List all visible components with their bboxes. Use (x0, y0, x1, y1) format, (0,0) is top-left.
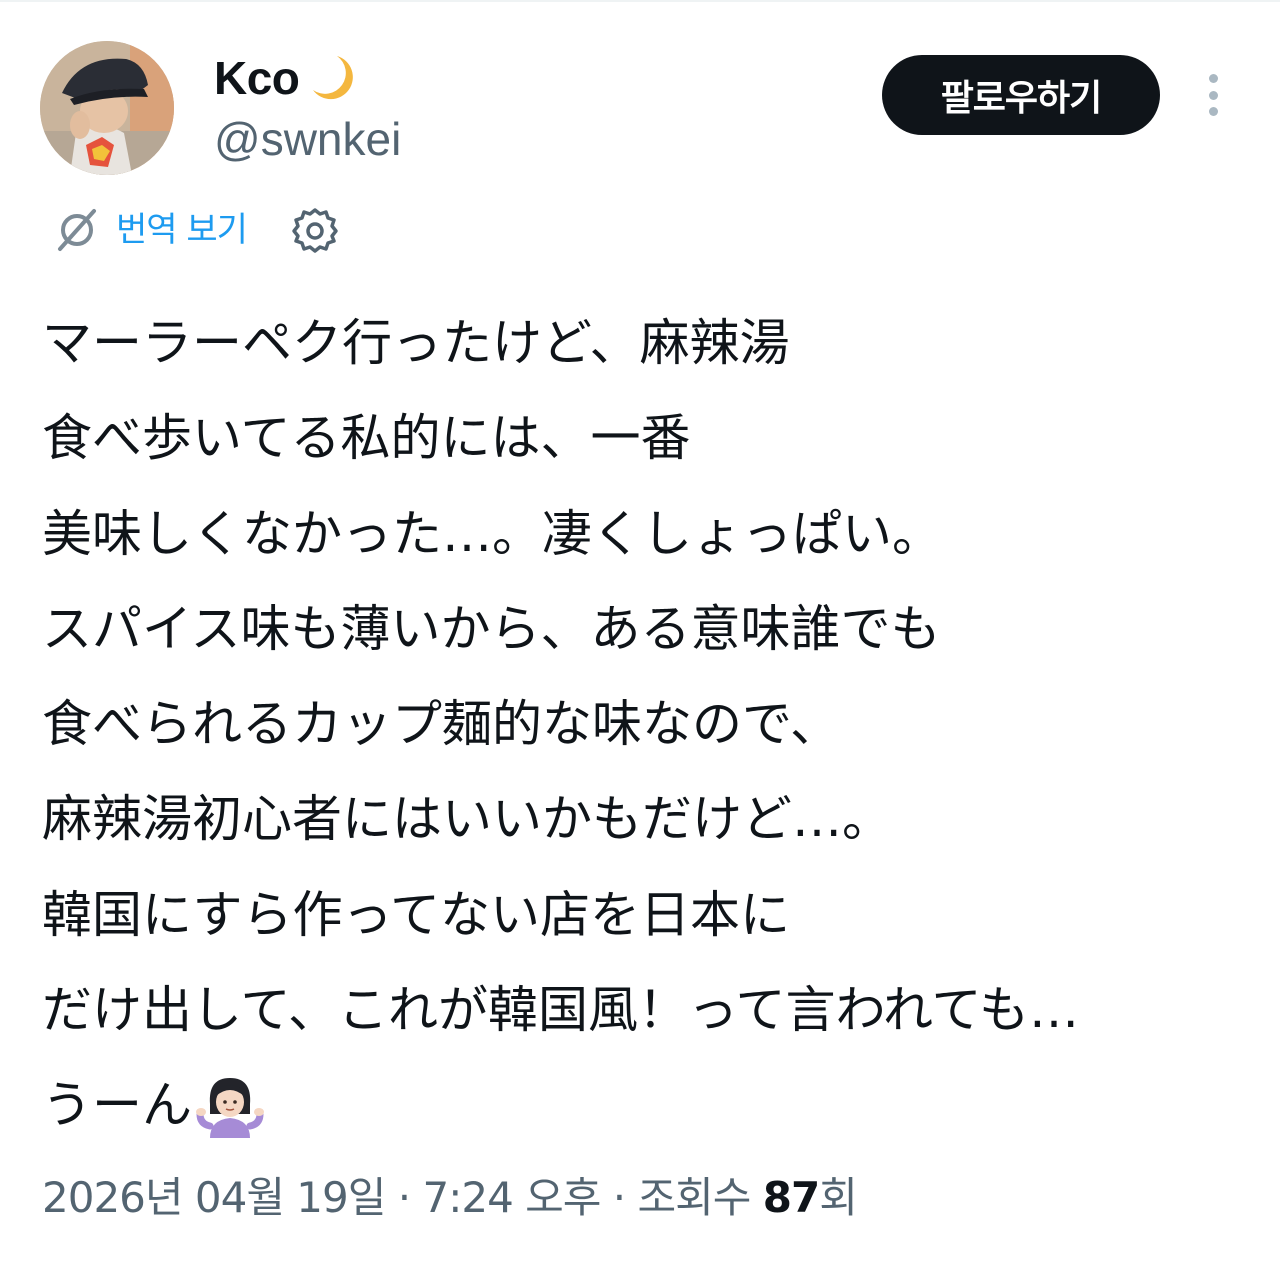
author-display-name[interactable]: Kco (214, 48, 300, 108)
top-divider (0, 0, 1280, 2)
views-label: 조회수 (637, 1173, 752, 1222)
tweet-line: 韓国にすら作ってない店を日本に (42, 885, 790, 944)
tweet-line: 麻辣湯初心者にはいいかもだけど…。 (42, 790, 892, 849)
tweet-line: だけ出して、これが韓国風！って言われても… (42, 981, 1079, 1040)
author-avatar[interactable] (40, 41, 174, 175)
follow-button[interactable]: 팔로우하기 (882, 55, 1160, 135)
tweet-line: 食べ歩いてる私的には、一番 (42, 409, 691, 468)
tweet-line-last: うーん (42, 1058, 1257, 1153)
tweet-line: 美味しくなかった…。凄くしょっぱい。 (42, 504, 942, 563)
more-options-button[interactable] (1194, 68, 1232, 122)
vertical-dots-icon (1208, 107, 1218, 116)
tweet-line: 食べられるカップ麺的な味なので、 (42, 695, 840, 754)
tweet-meta: 2026년 04월 19일 · 7:24 오후 · 조회수 87회 (42, 1166, 858, 1230)
translate-link[interactable]: 번역 보기 (116, 205, 248, 255)
views-count: 87 (762, 1173, 820, 1222)
author-handle[interactable]: @swnkei (214, 110, 401, 168)
tweet-line: マーラーペク行ったけど、麻辣湯 (42, 314, 790, 372)
tweet-line-text: うーん (42, 1076, 192, 1135)
tweet-text: マーラーペク行ったけど、麻辣湯 食べ歩いてる私的には、一番 美味しくなかった…。… (42, 296, 1257, 1154)
translate-icon (58, 209, 96, 251)
author-name-row[interactable]: Kco (214, 48, 357, 108)
crescent-moon-icon (313, 56, 354, 100)
vertical-dots-icon (1208, 74, 1218, 83)
tweet-date[interactable]: 2026년 04월 19일 (42, 1173, 386, 1222)
meta-separator: · (612, 1173, 626, 1222)
person-shrugging-emoji (196, 1078, 264, 1139)
gear-icon[interactable] (291, 206, 339, 254)
vertical-dots-icon (1208, 90, 1218, 100)
tweet-time[interactable]: 7:24 오후 (422, 1173, 601, 1222)
meta-separator: · (397, 1173, 411, 1222)
views-suffix: 회 (819, 1173, 858, 1222)
translate-row: 번역 보기 (52, 200, 339, 260)
tweet-line: スパイス味も薄いから、ある意味誰でも (42, 599, 941, 658)
profile-photo-avatar (40, 41, 174, 175)
